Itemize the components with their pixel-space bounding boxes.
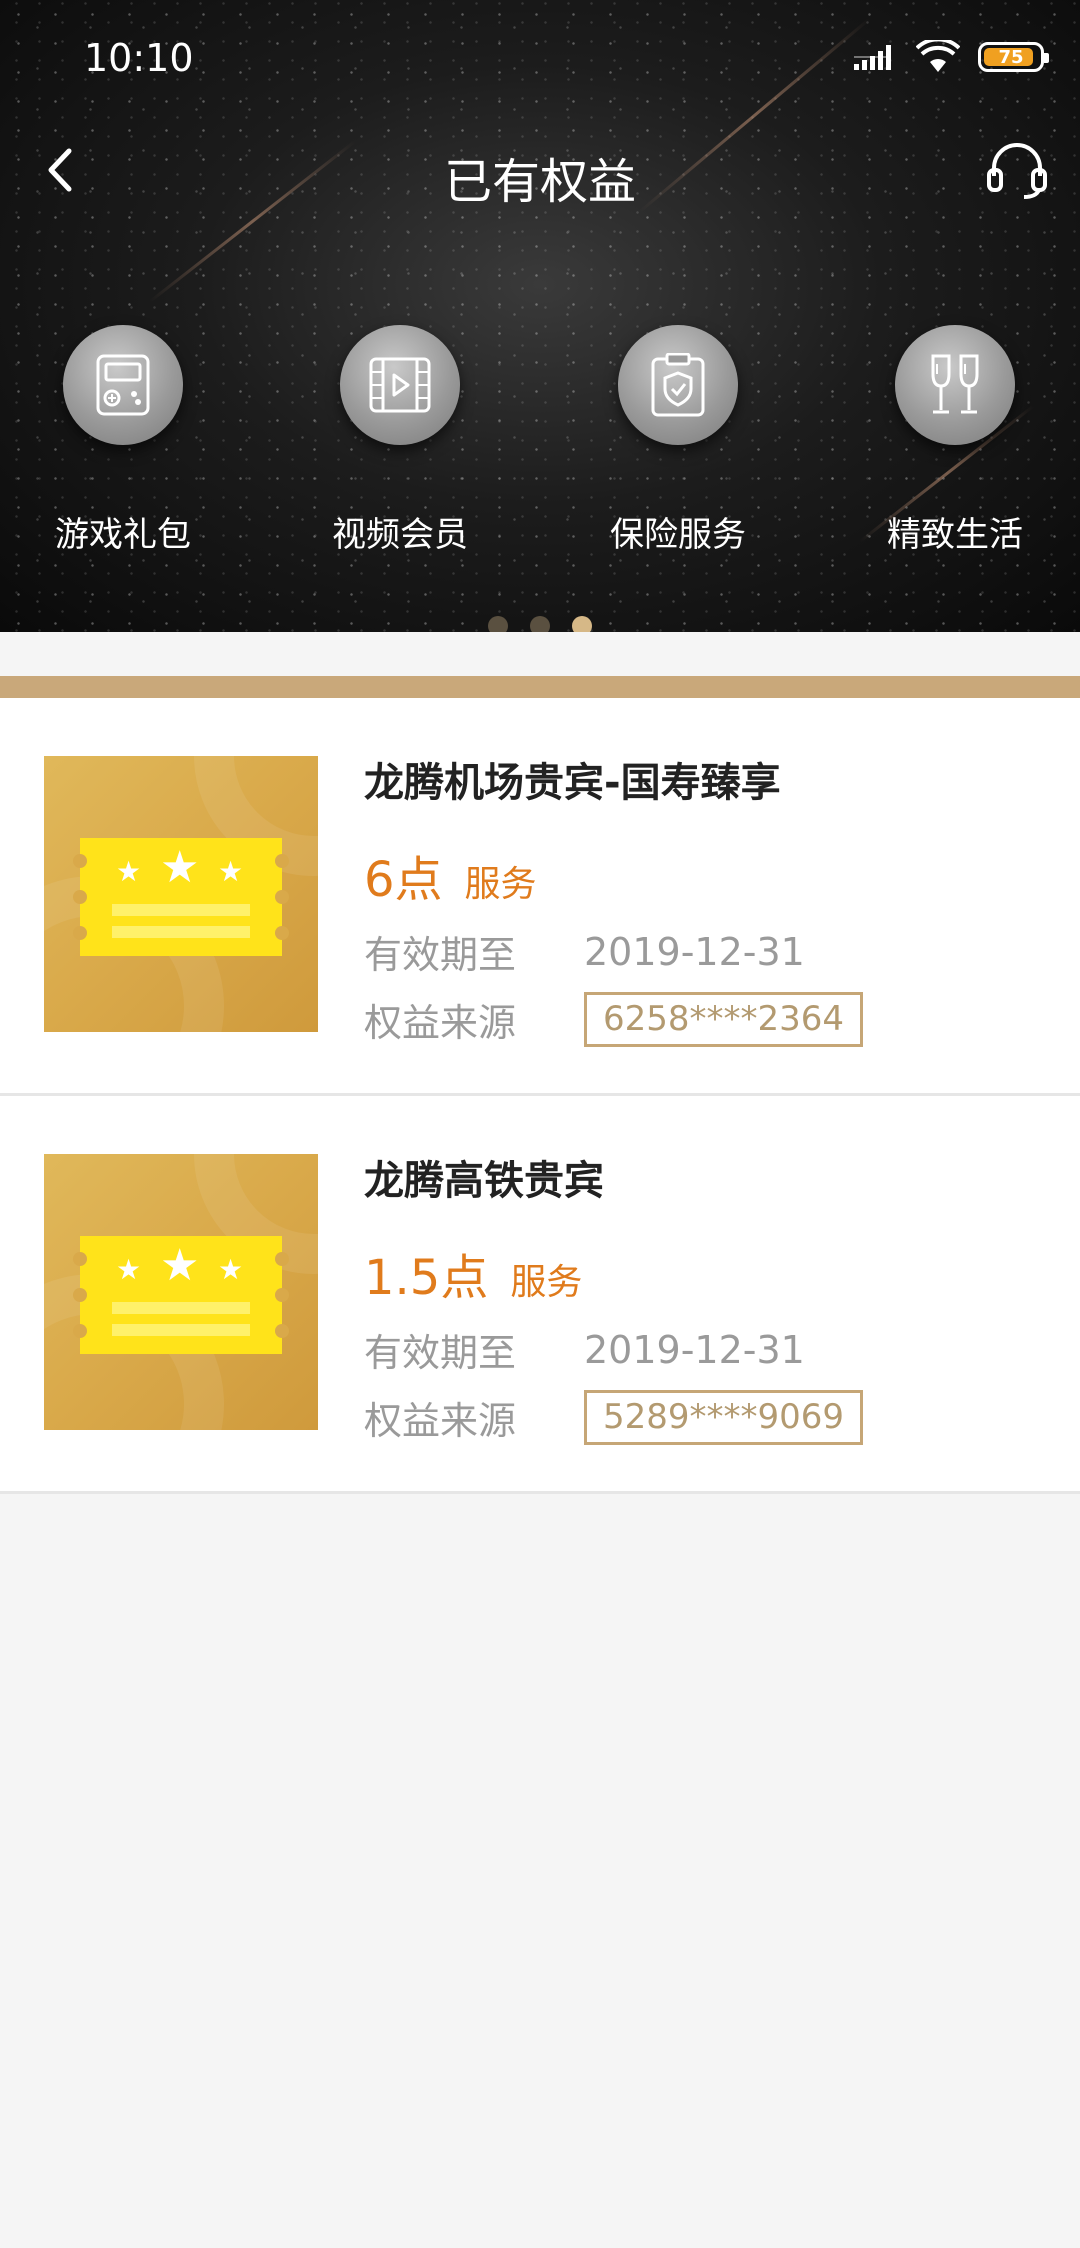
category-label: 游戏礼包 [55,515,191,555]
category-video-member[interactable]: 视频会员 [300,325,500,556]
category-insurance-service[interactable]: 保险服务 [578,325,778,556]
star-icon: ★ [116,1253,142,1286]
status-bar: 10:10 75 [0,0,1080,120]
signal-icon [854,45,891,70]
status-time: 10:10 [84,36,194,80]
category-label: 保险服务 [610,515,746,555]
battery-level: 75 [998,46,1024,68]
benefit-points: 1.5点 服务 [364,1238,582,1308]
insurance-shield-icon [618,325,738,445]
star-icon: ★ [160,1240,200,1291]
category-game-gift[interactable]: 游戏礼包 [23,325,223,556]
star-icon: ★ [218,855,244,888]
carousel-dot-active[interactable] [572,616,592,632]
benefit-title: 龙腾机场贵宾-国寿臻享 [364,760,781,806]
customer-service-button[interactable] [984,138,1050,204]
expiry-label: 有效期至 [364,1331,517,1375]
benefit-type: 服务 [510,1262,583,1303]
benefit-title: 龙腾高铁贵宾 [364,1158,604,1204]
benefit-card[interactable]: ★ ★ ★ 龙腾高铁贵宾 1.5点 服务 有效期至 2019-12-31 权益来… [0,1096,1080,1494]
source-row: 权益来源 5289****9069 [364,1390,864,1445]
benefit-thumbnail: ★ ★ ★ [44,1154,318,1430]
star-icon: ★ [160,842,200,893]
benefit-type: 服务 [464,864,537,905]
header-banner: 10:10 75 已有权益 游戏礼包 视频会员 保险服务 精致生活 [0,0,1080,632]
headset-icon [987,143,1047,199]
benefit-points: 6点 服务 [364,840,537,910]
expiry-value: 2019-12-31 [584,1327,805,1372]
star-icon: ★ [218,1253,244,1286]
category-label: 视频会员 [332,515,468,555]
category-label: 精致生活 [887,515,1023,555]
ticket-icon: ★ ★ ★ [73,1236,289,1354]
nav-bar: 已有权益 [0,130,1080,210]
battery-icon: 75 [978,42,1049,72]
expiry-row: 有效期至 2019-12-31 [364,924,805,979]
video-film-icon [340,325,460,445]
ticket-icon: ★ ★ ★ [73,838,289,956]
points-value: 6点 [364,852,443,908]
points-value: 1.5点 [364,1250,489,1306]
champagne-glasses-icon [895,325,1015,445]
gold-divider [0,676,1080,698]
carousel-dot[interactable] [488,616,508,632]
expiry-value: 2019-12-31 [584,929,805,974]
benefit-list: ★ ★ ★ 龙腾机场贵宾-国寿臻享 6点 服务 有效期至 2019-12-31 … [0,698,1080,1494]
star-icon: ★ [116,855,142,888]
carousel-dot[interactable] [530,616,550,632]
page-title: 已有权益 [443,154,636,210]
carousel-indicator [0,616,1080,632]
category-refined-life[interactable]: 精致生活 [855,325,1055,556]
benefit-thumbnail: ★ ★ ★ [44,756,318,1032]
status-icons: 75 [854,40,1049,74]
source-card-number: 5289****9069 [584,1390,864,1445]
wifi-icon [916,40,960,72]
game-console-icon [63,325,183,445]
benefit-card[interactable]: ★ ★ ★ 龙腾机场贵宾-国寿臻享 6点 服务 有效期至 2019-12-31 … [0,698,1080,1096]
source-label: 权益来源 [364,1399,517,1443]
source-card-number: 6258****2364 [584,992,864,1047]
expiry-row: 有效期至 2019-12-31 [364,1322,805,1377]
expiry-label: 有效期至 [364,933,517,977]
source-label: 权益来源 [364,1001,517,1045]
source-row: 权益来源 6258****2364 [364,992,864,1047]
category-carousel: 游戏礼包 视频会员 保险服务 精致生活 [0,325,1080,565]
